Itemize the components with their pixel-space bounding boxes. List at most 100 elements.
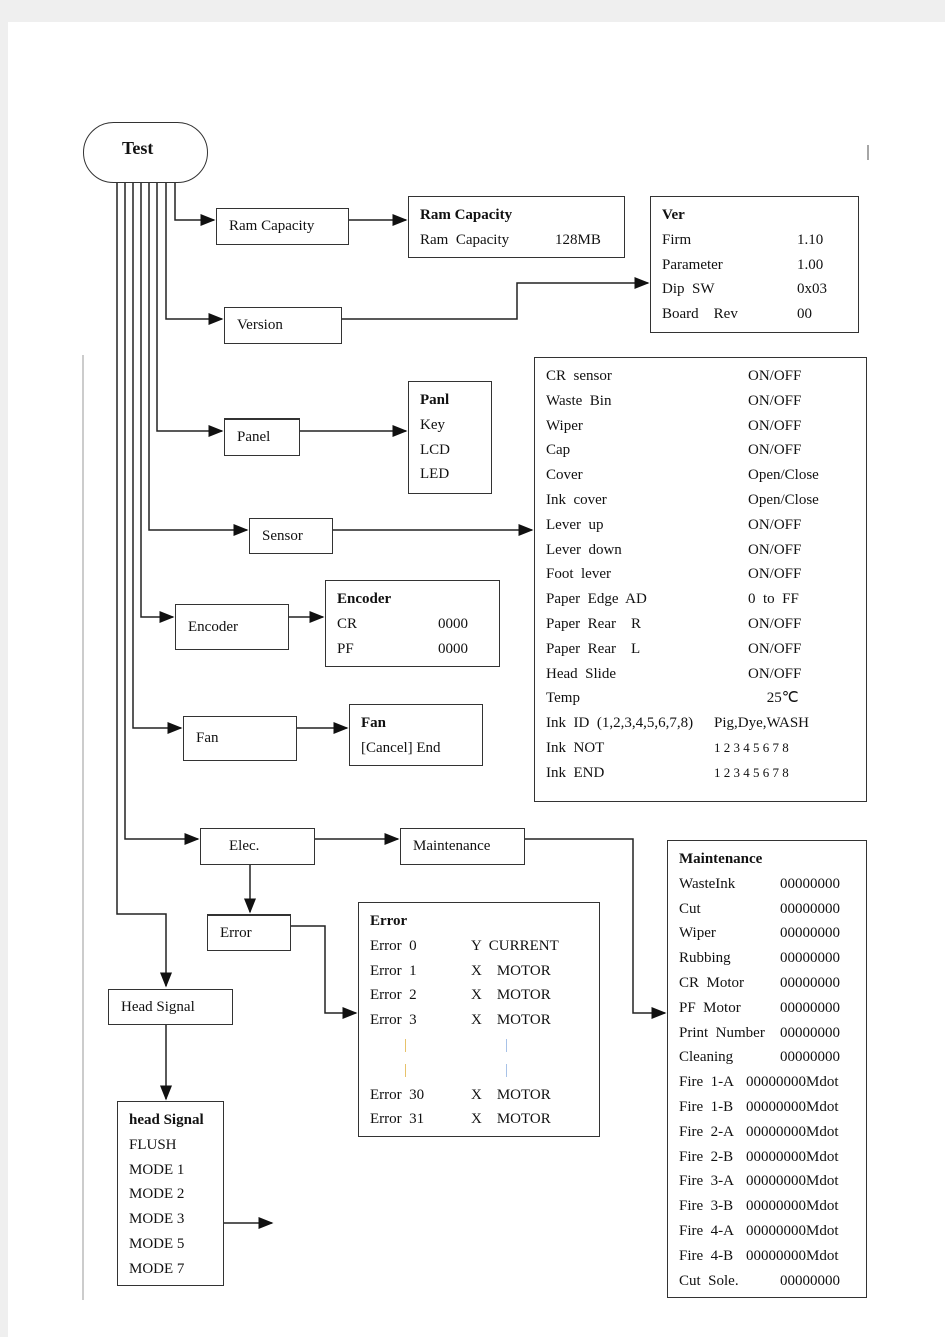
detail-row: Wiper ON/OFF <box>546 414 855 439</box>
detail-item: LED <box>420 466 450 483</box>
row-value: 128MB <box>555 231 601 248</box>
row-value: X MOTOR <box>471 1086 551 1103</box>
row-key: CR Motor <box>679 974 745 991</box>
detail-row: Head Slide ON/OFF <box>546 662 855 687</box>
detail-row: Fire 3-A 00000000Mdot <box>679 1169 855 1194</box>
detail-row: Error 0 Y CURRENT <box>370 934 588 959</box>
detail-row: CR Motor 00000000 <box>679 971 855 996</box>
detail-row: Fire 1-B 00000000Mdot <box>679 1095 855 1120</box>
row-key: CR <box>337 615 358 632</box>
row-value: ON/OFF <box>748 541 802 558</box>
row-value: Open/Close <box>748 491 819 508</box>
detail-row: Cut 00000000 <box>679 897 855 922</box>
detail-row: Ram Capacity 128MB <box>420 228 613 253</box>
row-value: 1 2 3 4 5 6 7 8 <box>714 764 789 780</box>
row-key: Error 1 <box>370 962 417 979</box>
panel-title: Panl <box>420 392 450 408</box>
detail-row: Rubbing 00000000 <box>679 946 855 971</box>
row-key: Cover <box>546 467 583 484</box>
row-key: Fire 4-B <box>679 1247 734 1264</box>
error-detail: Error Error 0Y CURRENT Error 1X MOTOR Erro… <box>358 902 600 1137</box>
row-value: 00000000 <box>780 875 840 892</box>
error-label: Error <box>220 924 252 941</box>
fan-title: Fan <box>361 715 387 731</box>
row-key: Rubbing <box>679 950 731 967</box>
row-value: X MOTOR <box>471 1012 551 1029</box>
head-signal-node: Head Signal <box>108 989 233 1025</box>
detail-row: Error 3 X MOTOR <box>370 1008 588 1033</box>
version-node: Version <box>224 307 342 344</box>
row-key: Ram Capacity <box>420 231 510 248</box>
row-value: 00000000 <box>780 999 840 1016</box>
row-key: WasteInk <box>679 875 736 892</box>
detail-row: CR 0000 <box>337 612 488 637</box>
row-key: CR sensor <box>546 368 612 384</box>
ram-capacity-node: Ram Capacity <box>216 208 349 245</box>
detail-row: Error 2 X MOTOR <box>370 983 588 1008</box>
row-key: Wiper <box>679 925 716 942</box>
detail-row: Paper Rear R ON/OFF <box>546 612 855 637</box>
panel-detail: Panl Key LCD LED <box>408 381 492 494</box>
detail-row: Dip SW 0x03 <box>662 277 847 302</box>
row-key: Error 0 <box>370 937 417 954</box>
row-key: Cut Sole. <box>679 1272 739 1289</box>
detail-row: Fire 1-A 00000000Mdot <box>679 1070 855 1095</box>
detail-row: Ink NOT 1 2 3 4 5 6 7 8 <box>546 736 855 761</box>
detail-row: Fire 4-A 00000000Mdot <box>679 1219 855 1244</box>
ram-capacity-detail: Ram Capacity Ram Capacity 128MB <box>408 196 625 258</box>
elec-node: Elec. <box>200 828 315 865</box>
row-value: 00000000Mdot <box>746 1247 839 1264</box>
row-key: Paper Rear R <box>546 615 641 632</box>
row-key: Fire 2-B <box>679 1148 734 1165</box>
row-key: Fire 1-A <box>679 1074 734 1091</box>
row-key: Wiper <box>546 417 583 434</box>
row-value: X MOTOR <box>471 1111 551 1128</box>
panel-label: Panel <box>237 429 271 445</box>
row-value: 00000000 <box>780 1049 840 1066</box>
detail-row: Paper Edge AD 0 to FF <box>546 587 855 612</box>
maintenance-detail: Maintenance WasteInk 00000000 Cut 00000000 W… <box>667 840 867 1298</box>
version-title: Ver <box>662 207 685 223</box>
detail-row: Paper Rear L ON/OFF <box>546 637 855 662</box>
detail-row: Temp 25℃ <box>546 686 855 711</box>
row-key: Fire 1-B <box>679 1098 734 1115</box>
fan-detail: Fan [Cancel] End <box>349 704 483 766</box>
row-key: Temp <box>546 690 580 707</box>
maintenance-node: Maintenance <box>400 828 525 865</box>
detail-row: Lever up ON/OFF <box>546 513 855 538</box>
row-value: ON/OFF <box>748 392 802 409</box>
row-value: 00000000Mdot <box>746 1123 839 1140</box>
detail-row: Fire 2-A 00000000Mdot <box>679 1120 855 1145</box>
detail-item: Key <box>420 416 445 433</box>
row-value: 00000000Mdot <box>746 1222 839 1239</box>
fan-node: Fan <box>183 716 297 761</box>
ellipsis-mark: | <box>404 1061 408 1078</box>
row-value: X MOTOR <box>471 962 551 979</box>
row-key: Board Rev <box>662 306 738 323</box>
row-key: Firm <box>662 231 692 248</box>
row-key: Ink NOT <box>546 739 605 756</box>
row-key: PF <box>337 640 354 657</box>
detail-item: MODE 5 <box>129 1235 185 1252</box>
detail-row: Cover Open/Close <box>546 463 855 488</box>
row-value: ON/OFF <box>748 368 802 384</box>
row-key: Lever down <box>546 541 622 558</box>
row-value: ON/OFF <box>748 665 802 682</box>
detail-row: Waste Bin ON/OFF <box>546 389 855 414</box>
encoder-detail: Encoder CR 0000 PF 0000 <box>325 580 500 667</box>
row-value: 25℃ <box>748 690 799 707</box>
row-value: 00000000Mdot <box>746 1173 839 1190</box>
row-key: PF Motor <box>679 999 741 1016</box>
row-value: ON/OFF <box>748 615 802 632</box>
row-key: Error 3 <box>370 1012 417 1029</box>
row-value: Open/Close <box>748 467 819 484</box>
detail-row: Ink cover Open/Close <box>546 488 855 513</box>
row-value: Y CURRENT <box>471 937 559 954</box>
detail-item: MODE 2 <box>129 1186 185 1203</box>
detail-item: [Cancel] End <box>361 739 441 756</box>
row-value: 00000000Mdot <box>746 1148 839 1165</box>
detail-row: Fire 3-B 00000000Mdot <box>679 1194 855 1219</box>
row-key: Fire 2-A <box>679 1123 734 1140</box>
encoder-node: Encoder <box>175 604 289 650</box>
row-key: Error 31 <box>370 1111 425 1128</box>
